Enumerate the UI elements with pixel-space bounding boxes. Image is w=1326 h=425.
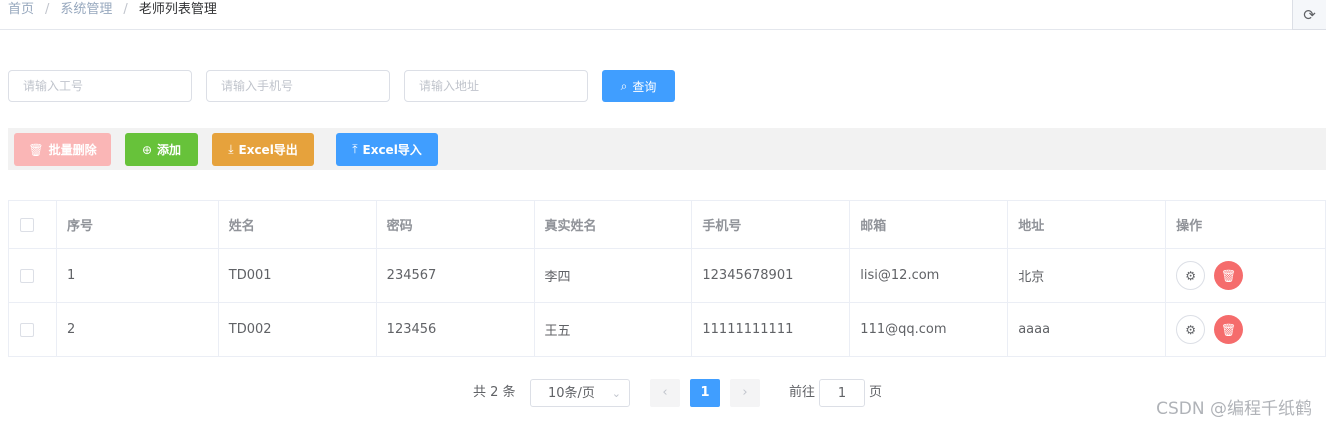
delete-button[interactable]: 🗑 (1214, 315, 1244, 344)
page-number-current[interactable]: 1 (690, 379, 720, 407)
address-input[interactable] (404, 70, 588, 102)
breadcrumb: 首页 / 系统管理 / 老师列表管理 (8, 0, 217, 22)
chevron-left-icon: ‹ (662, 385, 668, 400)
next-page-button[interactable]: › (730, 379, 760, 407)
edit-button[interactable]: ⚙ (1176, 261, 1206, 290)
cell-phone: 12345678901 (691, 248, 851, 303)
breadcrumb-current: 老师列表管理 (138, 2, 217, 17)
search-icon: ⌕ (620, 78, 628, 93)
cell-phone: 11111111111 (691, 302, 851, 357)
column-header: 密码 (375, 200, 535, 249)
delete-button[interactable]: 🗑 (1214, 261, 1244, 290)
gear-icon: ⚙ (1185, 268, 1196, 283)
batch-delete-label: 批量删除 (48, 143, 97, 157)
column-header: 真实姓名 (533, 200, 693, 249)
breadcrumb-home[interactable]: 首页 (8, 2, 34, 17)
cell-index: 1 (55, 248, 219, 303)
toolbar (8, 128, 1326, 170)
watermark: CSDN @编程千纸鹤 (1156, 399, 1312, 419)
header-divider (0, 29, 1292, 30)
breadcrumb-section[interactable]: 系统管理 (60, 2, 112, 17)
table-header-row: 序号 姓名 密码 真实姓名 手机号 邮箱 地址 操作 (8, 200, 1326, 249)
cell-real-name: 王五 (533, 302, 693, 357)
trash-icon: 🗑 (1220, 268, 1237, 283)
table-row: 2 TD002 123456 王五 11111111111 111@qq.com… (8, 302, 1326, 357)
breadcrumb-separator: / (45, 2, 50, 17)
prev-page-button[interactable]: ‹ (650, 379, 680, 407)
pagination: 共 2 条 10条/页 ⌄ ‹ 1 › 前往 1 页 (0, 379, 1326, 407)
excel-import-label: Excel导入 (362, 143, 422, 157)
excel-import-button[interactable]: ⤒ Excel导入 (336, 133, 438, 166)
query-button[interactable]: ⌕ 查询 (602, 70, 675, 102)
cell-address: aaaa (1007, 302, 1167, 357)
page-suffix: 页 (869, 385, 883, 400)
excel-export-label: Excel导出 (238, 143, 298, 157)
add-button[interactable]: ⊕ 添加 (125, 133, 198, 166)
column-header: 邮箱 (849, 200, 1009, 249)
phone-input[interactable] (206, 70, 390, 102)
page-size-value: 10条/页 (548, 386, 595, 401)
cell-email: 111@qq.com (849, 302, 1009, 357)
goto-page-input[interactable]: 1 (819, 379, 865, 407)
cell-email: lisi@12.com (849, 248, 1009, 303)
download-icon: ⤓ (228, 142, 234, 156)
batch-delete-button[interactable]: 🗑 批量删除 (14, 133, 111, 166)
cell-actions: ⚙ 🗑 (1165, 248, 1326, 303)
cell-password: 234567 (375, 248, 535, 303)
upload-icon: ⤒ (352, 142, 358, 156)
page-size-select[interactable]: 10条/页 ⌄ (530, 379, 630, 407)
row-checkbox[interactable] (20, 268, 34, 283)
column-header: 序号 (55, 200, 219, 249)
cell-name: TD001 (217, 248, 377, 303)
chevron-right-icon: › (742, 385, 748, 400)
trash-icon: 🗑 (28, 142, 44, 157)
query-label: 查询 (632, 79, 657, 94)
column-header: 手机号 (691, 200, 851, 249)
cell-name: TD002 (217, 302, 377, 357)
column-header: 姓名 (217, 200, 377, 249)
cell-index: 2 (55, 302, 219, 357)
trash-icon: 🗑 (1220, 322, 1237, 337)
plus-circle-icon: ⊕ (141, 142, 153, 157)
chevron-down-icon: ⌄ (611, 387, 621, 400)
row-checkbox[interactable] (20, 322, 34, 337)
excel-export-button[interactable]: ⤓ Excel导出 (212, 133, 314, 166)
cell-actions: ⚙ 🗑 (1165, 302, 1326, 357)
add-label: 添加 (157, 143, 182, 157)
select-all-checkbox[interactable] (20, 217, 34, 232)
job-number-input[interactable] (8, 70, 192, 102)
cell-real-name: 李四 (533, 248, 693, 303)
column-header: 地址 (1007, 200, 1167, 249)
goto-label: 前往 (789, 385, 816, 400)
column-header: 操作 (1165, 200, 1326, 249)
refresh-button[interactable]: ⟳ (1292, 0, 1326, 30)
breadcrumb-separator: / (123, 2, 128, 17)
table-row: 1 TD001 234567 李四 12345678901 lisi@12.co… (8, 248, 1326, 303)
pagination-total: 共 2 条 (473, 385, 516, 400)
teacher-table: 序号 姓名 密码 真实姓名 手机号 邮箱 地址 操作 1 TD001 23456… (8, 200, 1326, 357)
cell-address: 北京 (1007, 248, 1167, 303)
gear-icon: ⚙ (1185, 322, 1196, 337)
edit-button[interactable]: ⚙ (1176, 315, 1206, 344)
refresh-icon: ⟳ (1303, 5, 1316, 24)
cell-password: 123456 (375, 302, 535, 357)
